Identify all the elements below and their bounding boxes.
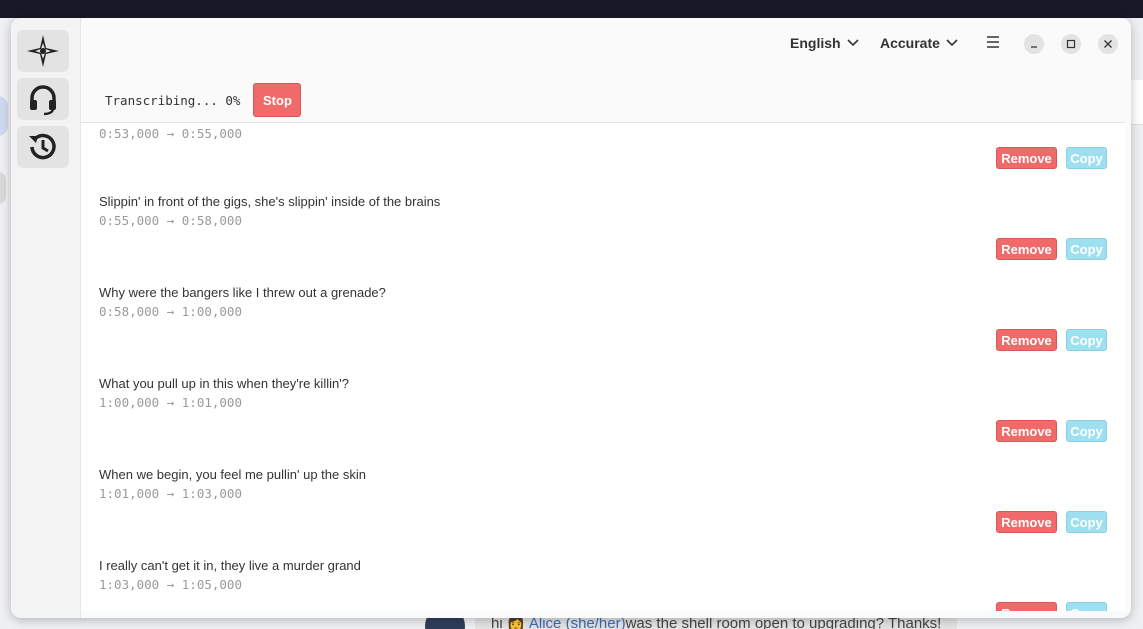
segment-timestamp: 1:01,000 → 1:03,000 [99,486,242,501]
segment-text: When we begin, you feel me pullin' up th… [99,467,366,482]
progress-text: Transcribing... 0% [105,92,241,108]
quality-value: Accurate [880,35,940,51]
header-bar: English Accurate [81,18,1131,70]
close-button[interactable] [1098,34,1118,54]
quality-dropdown[interactable]: Accurate [880,35,958,51]
background-app-nav-item [0,172,6,204]
segment-timestamp: 1:03,000 → 1:05,000 [99,577,242,592]
language-value: English [790,35,841,51]
history-icon [29,133,56,160]
segment-text: Slippin' in front of the gigs, she's sli… [99,194,441,209]
sidebar-item-transcribe[interactable] [17,30,69,72]
headset-icon [30,85,56,116]
background-app-nav-item [0,96,8,136]
segment-text: What you pull up in this when they're ki… [99,376,349,391]
chevron-down-icon [946,39,958,47]
segment-timestamp: 1:00,000 → 1:01,000 [99,395,242,410]
transcript-segment: What you pull up in this when they're ki… [81,318,1125,442]
minimize-button[interactable] [1024,34,1044,54]
background-app-header [1131,80,1143,125]
maximize-icon [1066,39,1076,49]
sidebar [11,18,81,618]
remove-button[interactable]: Remove [996,602,1057,611]
stop-button[interactable]: Stop [253,83,302,117]
sidebar-item-history[interactable] [17,126,69,168]
transcript-segment: Why were the bangers like I threw out a … [81,227,1125,351]
language-dropdown[interactable]: English [790,35,859,51]
maximize-button[interactable] [1061,34,1081,54]
chevron-down-icon [846,39,859,47]
desktop-top-bar [0,0,1143,18]
segment-timestamp: 0:58,000 → 1:00,000 [99,304,242,319]
transcript-segment: I really can't get it in, they live a mu… [81,500,1125,611]
sidebar-item-audio[interactable] [17,78,69,120]
transcriber-window: English Accurate Transcribing... 0% Stop… [11,18,1131,618]
compass-star-icon [27,35,59,67]
transcript-list[interactable]: 0:53,000 → 0:55,000 Remove Copy Slippin'… [81,122,1125,611]
copy-button[interactable]: Copy [1066,602,1107,611]
minimize-icon [1031,46,1037,48]
segment-text: I really can't get it in, they live a mu… [99,558,361,573]
transcript-segment: Slippin' in front of the gigs, she's sli… [81,136,1125,260]
segment-text: Why were the bangers like I threw out a … [99,285,386,300]
transcription-status: Transcribing... 0% Stop [105,83,302,117]
close-icon [1104,40,1112,48]
segment-timestamp: 0:55,000 → 0:58,000 [99,213,242,228]
hamburger-menu-icon[interactable] [985,34,1001,50]
transcript-segment: When we begin, you feel me pullin' up th… [81,409,1125,533]
transcript-segment: 0:53,000 → 0:55,000 Remove Copy [81,123,1125,169]
